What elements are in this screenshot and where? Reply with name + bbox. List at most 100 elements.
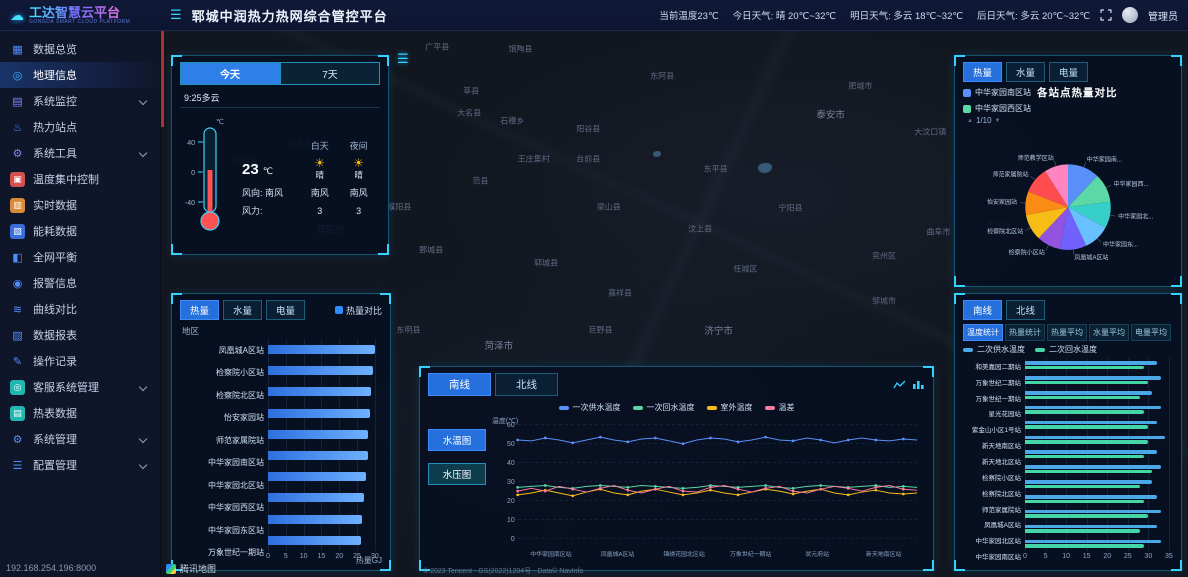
map-place-label: 馆陶县 [508, 44, 532, 55]
map-copyright: © 2023 Tencent - GS(2022)1204号 - Data© N… [423, 566, 583, 576]
map-place-label: 大名县 [457, 107, 481, 118]
sidebar-item-8[interactable]: ◧全网平衡 [0, 244, 160, 270]
legend-label: 室外温度 [721, 402, 753, 413]
sunny-icon: ☀ [339, 157, 378, 169]
sidebar-item-9[interactable]: ◉报警信息 [0, 270, 160, 296]
sidebar-item-label: 数据总览 [33, 41, 77, 57]
area-tab-0[interactable]: 热量 [180, 300, 219, 320]
chart-mode-button-0[interactable]: 水温图 [428, 429, 486, 451]
bar-row [268, 366, 382, 375]
axis-tick: 10 [1062, 553, 1070, 560]
logo-subtitle: GONGDA SMART CLOUD PLATFORM [29, 20, 130, 25]
area-heat-bars-panel: 热量水量电量 热量对比 地区 凤凰城A区站检察院小区站检察院北区站怡安家园站师范… [171, 293, 391, 571]
area-tab-2[interactable]: 电量 [266, 300, 305, 320]
sidebar-item-13[interactable]: ◎客服系统管理 [0, 374, 160, 400]
bar-label: 紫金山小区1号站 [963, 424, 1025, 434]
legend-swatch [963, 348, 973, 352]
trunk-tab-1[interactable]: 北线 [1006, 300, 1045, 320]
bar-label: 检察院小区站 [963, 472, 1025, 482]
avatar[interactable] [1122, 7, 1138, 23]
sidebar-item-0[interactable]: ▦数据总览 [0, 36, 160, 62]
trunk-subtab-1[interactable]: 热量统计 [1005, 324, 1045, 341]
pie-tab-1[interactable]: 水量 [1006, 62, 1045, 82]
line-chart-icon[interactable] [893, 379, 906, 390]
heat-pie-chart: 中华家园南...中华家园西...中华家园北...中华家园东...凤凰城A区站检察… [963, 125, 1173, 280]
chevron-down-icon [139, 435, 147, 443]
svg-text:-40: -40 [185, 200, 195, 207]
line-tab-1[interactable]: 北线 [495, 373, 558, 396]
sidebar-item-1[interactable]: ◎地理信息 [0, 62, 160, 88]
user-name[interactable]: 管理员 [1148, 8, 1178, 23]
bar-label: 凤凰城A区站 [963, 519, 1025, 529]
bar-label: 新天地北区站 [963, 456, 1025, 466]
sidebar-item-7[interactable]: ▧能耗数据 [0, 218, 160, 244]
heat-bar [268, 451, 368, 460]
weather-time: 9:25多云 [180, 88, 380, 108]
svg-text:师范教学区站: 师范教学区站 [1018, 154, 1054, 162]
trunk-legend: 二次供水温度二次回水温度 [963, 344, 1173, 355]
map-canvas[interactable]: 广平县馆陶县莘县东阿县肥城市泰安市大汶口镇大名县石槽乡阳谷县南乐县内黄县王庄集村… [161, 31, 1188, 577]
wind-power-label: 风力: [242, 204, 300, 217]
line-tab-group: 南线北线 [428, 373, 558, 396]
page-up-icon[interactable]: ▲ [967, 118, 973, 124]
trunk-subtab-2[interactable]: 热量平均 [1047, 324, 1087, 341]
sidebar-item-label: 系统管理 [33, 431, 77, 447]
return-bar [1025, 500, 1144, 504]
sidebar-item-4[interactable]: ⚙系统工具 [0, 140, 160, 166]
trunk-subtab-0[interactable]: 温度统计 [963, 324, 1003, 341]
bar-row [1025, 361, 1173, 369]
sidebar-item-6[interactable]: ▥实时数据 [0, 192, 160, 218]
svg-text:中华家园北...: 中华家园北... [1118, 213, 1153, 221]
weather-bar: 当前温度23℃ 今日天气: 晴 20℃~32℃ 明日天气: 多云 18℃~32℃… [659, 8, 1090, 22]
server-address: 192.168.254.196:8000 [0, 559, 160, 577]
svg-text:万象世纪一期站: 万象世纪一期站 [730, 550, 772, 558]
trunk-subtab-4[interactable]: 电量平均 [1131, 324, 1171, 341]
sidebar-item-label: 系统监控 [33, 93, 77, 109]
fullscreen-icon[interactable] [1100, 9, 1112, 21]
sidebar-item-3[interactable]: ♨热力站点 [0, 114, 160, 140]
page-title: 郓城中润热力热网综合管控平台 [192, 6, 388, 25]
sidebar-item-14[interactable]: ▤热表数据 [0, 400, 160, 426]
map-menu-toggle-icon[interactable]: ☰ [397, 51, 409, 67]
sidebar-item-10[interactable]: ≋曲线对比 [0, 296, 160, 322]
menu-toggle-icon[interactable]: ☰ [170, 7, 182, 23]
sidebar-item-11[interactable]: ▨数据报表 [0, 322, 160, 348]
axis-tick: 5 [284, 553, 288, 560]
weather-tab-1[interactable]: 7天 [280, 62, 380, 85]
pie-tab-2[interactable]: 电量 [1049, 62, 1088, 82]
sidebar-item-12[interactable]: ✎操作记录 [0, 348, 160, 374]
map-place-label: 莘县 [463, 86, 479, 97]
sidebar-item-2[interactable]: ▤系统监控 [0, 88, 160, 114]
svg-text:中华家园东...: 中华家园东... [1103, 240, 1138, 248]
line-tab-0[interactable]: 南线 [428, 373, 491, 396]
map-place-label: 鄄城县 [419, 245, 443, 256]
sidebar-item-label: 操作记录 [33, 353, 77, 369]
map-place-label: 阳谷县 [576, 123, 600, 134]
bar-label: 新天地南区站 [963, 440, 1025, 450]
trunk-subtab-3[interactable]: 水量平均 [1089, 324, 1129, 341]
weather-tab-0[interactable]: 今天 [180, 62, 280, 85]
axis-tick: 30 [1144, 553, 1152, 560]
supply-bar [1025, 406, 1161, 410]
bar-row [268, 409, 382, 418]
pie-tab-0[interactable]: 热量 [963, 62, 1002, 82]
area-tab-1[interactable]: 水量 [223, 300, 262, 320]
sidebar-item-15[interactable]: ⚙系统管理 [0, 426, 160, 452]
chart-mode-button-1[interactable]: 水压图 [428, 463, 486, 485]
area-heat-bar-chart: 凤凰城A区站检察院小区站检察院北区站怡安家园站师范家属院站中华家园南区站中华家园… [180, 339, 382, 564]
sidebar-item-16[interactable]: ☰配置管理 [0, 452, 160, 478]
svg-text:温度(℃): 温度(℃) [492, 416, 518, 425]
sidebar-item-5[interactable]: ▣温度集中控制 [0, 166, 160, 192]
pie-tab-group: 热量水量电量 [963, 62, 1173, 82]
page-indicator: 1/10 [976, 116, 992, 125]
supply-bar [1025, 361, 1157, 365]
trunk-tab-0[interactable]: 南线 [963, 300, 1002, 320]
bar-chart-icon[interactable] [912, 379, 925, 390]
page-down-icon[interactable]: ▼ [995, 118, 1001, 124]
scrollbar[interactable] [161, 31, 164, 127]
supply-bar [1025, 495, 1157, 499]
legend-pager[interactable]: ▲ 1/10 ▼ [967, 116, 1173, 125]
weather-panel: 今天7天 9:25多云 ℃ 40 0 -40 [171, 55, 389, 255]
return-bar [1025, 425, 1148, 429]
svg-text:检察院北区站: 检察院北区站 [987, 228, 1023, 236]
